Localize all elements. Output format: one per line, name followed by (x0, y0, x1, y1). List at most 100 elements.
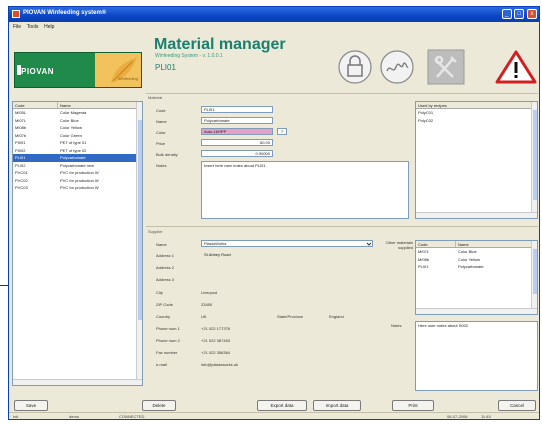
cell-code: MI07L (418, 249, 430, 254)
table-row[interactable]: PVC01 PVC for production W (13, 169, 142, 177)
table-row[interactable]: PVC02 PVC for production W (13, 177, 142, 185)
zip-field[interactable]: 23450 (201, 302, 212, 307)
state-field[interactable]: England (329, 314, 344, 319)
menu-tools[interactable]: Tools (27, 24, 39, 30)
table-row[interactable]: MI08b Color Yellow (13, 124, 142, 132)
col-used-by-recipes[interactable]: Used by recipes (416, 102, 533, 108)
cell-name: PVC for production W (60, 177, 99, 183)
phone2-label: Phone num 2 (156, 338, 180, 343)
email-label: e-mail (156, 362, 167, 367)
cell-name: PET of type 01 (60, 140, 87, 145)
recipes-hscroll[interactable] (416, 212, 537, 218)
save-button[interactable]: Save (14, 400, 48, 411)
materials-hscroll[interactable] (13, 379, 142, 385)
material-separator (146, 93, 538, 94)
menu-help[interactable]: Help (44, 24, 54, 30)
minimize-button[interactable]: _ (501, 9, 512, 19)
chevron-down-icon[interactable] (366, 241, 372, 247)
fax-field[interactable]: +21 022 356364 (201, 350, 230, 355)
cell-code: PVC03 (15, 185, 28, 190)
delete-button[interactable]: Delete (142, 400, 176, 411)
export-data-button[interactable]: Export data (257, 400, 307, 411)
other-hscroll[interactable] (416, 308, 537, 314)
app-title: Material manager (154, 36, 286, 53)
close-button[interactable]: x (527, 9, 537, 19)
color-field[interactable]: Auto-16HPP (201, 128, 273, 135)
supplier-notes-field[interactable]: Here user notes about S002 (415, 321, 538, 391)
table-row[interactable]: MI07L Color Blue (13, 117, 142, 125)
table-row[interactable]: PI001 PET of type 01 (13, 139, 142, 147)
material-section-label: Material (148, 95, 163, 100)
cell-code: MI05L (15, 110, 27, 115)
tools-icon[interactable] (427, 49, 465, 85)
col-code[interactable]: Code (13, 102, 58, 108)
table-row[interactable]: MI07L Color Blue (416, 248, 537, 256)
city-field[interactable]: Liverpool (201, 290, 217, 295)
table-row[interactable]: PLI01 Polycarbonate (416, 263, 537, 271)
code-field[interactable]: PLI01 (201, 106, 273, 113)
col-name[interactable]: Name (58, 102, 138, 108)
price-field[interactable]: 60.00 (201, 139, 273, 146)
recipe-row[interactable]: PolyC01 (416, 109, 537, 117)
table-row[interactable]: PI002 PET of type 02 (13, 147, 142, 155)
cell-code: PI001 (15, 140, 26, 145)
status-bar: Init demo CONNECTED 06-07-2006 11:45 (9, 412, 539, 419)
table-row[interactable]: MI05L Color Magenta (13, 109, 142, 117)
email-field[interactable]: info@plastoworks.uk (201, 362, 238, 367)
density-field[interactable]: 0.90000 (201, 150, 273, 157)
other-materials-list[interactable]: Code Name MI07L Color Blue MI08b Color Yell… (415, 240, 538, 315)
import-data-button[interactable]: Import data (313, 400, 361, 411)
other-materials-label: Other materials supplied (385, 240, 413, 250)
recipes-vscroll[interactable] (531, 102, 537, 218)
addr3-label: Address 3 (156, 277, 175, 282)
menu-file[interactable]: File (13, 24, 21, 30)
recipes-list[interactable]: Used by recipes PolyC01 PolyC02 (415, 101, 538, 219)
country-field[interactable]: UK (201, 314, 207, 319)
title-bar[interactable]: PIOVAN Winfeeding system® _ □ x (9, 7, 539, 22)
supplier-name-select[interactable]: PlastoWorks (201, 240, 373, 247)
density-label: Bulk density (156, 152, 178, 157)
table-row[interactable]: PLI02 Polycarbonate new (13, 162, 142, 170)
cell-code: MI08b (15, 125, 27, 130)
cell-code: PLI01 (15, 155, 26, 160)
app-subtitle: Winfeeding System - v. 1.0.0.1 (155, 53, 223, 59)
print-button[interactable]: Print (392, 400, 434, 411)
table-row[interactable]: MI07b Color Green (13, 132, 142, 140)
warning-icon[interactable] (495, 49, 537, 85)
color-picker-button[interactable]: ? (277, 128, 287, 135)
cell-code: MI07L (15, 117, 27, 123)
status-left: Init (13, 414, 19, 419)
table-row[interactable]: MI08b Color Yellow (416, 256, 537, 264)
menu-bar: File Tools Help (9, 22, 539, 32)
lock-icon[interactable] (337, 49, 373, 85)
materials-list[interactable]: Code Name MI05L Color Magenta MI07L Color B… (12, 101, 143, 386)
app-window: PIOVAN Winfeeding system® _ □ x File Too… (8, 6, 540, 420)
zip-label: ZIP Code (156, 302, 173, 307)
logo-brand: PIOVAN (21, 67, 55, 76)
recipe-row[interactable]: PolyC02 (416, 117, 537, 125)
phone1-field[interactable]: +21 022 177376 (201, 326, 230, 331)
cancel-button[interactable]: Cancel (498, 400, 536, 411)
cell-name: Color Yellow (458, 256, 481, 262)
materials-vscroll[interactable] (136, 102, 142, 385)
color-label: Color (156, 130, 166, 135)
piovan-logo: PIOVAN Winfeeding (14, 52, 142, 88)
cell-code: MI08b (418, 256, 430, 262)
material-notes-field[interactable]: Insert here user notes about PLI01 (201, 161, 409, 219)
cell-name: Color Magenta (60, 110, 87, 115)
city-label: City (156, 290, 163, 295)
cell-name: Color Blue (60, 117, 79, 123)
name-field[interactable]: Polycarbonate (201, 117, 273, 124)
other-vscroll[interactable] (531, 241, 537, 314)
cell-name: Polycarbonate (60, 155, 86, 160)
table-row[interactable]: PLI01 Polycarbonate (13, 154, 142, 162)
col-other-code[interactable]: Code (416, 241, 456, 247)
maximize-button[interactable]: □ (514, 9, 525, 19)
table-row[interactable]: PVC03 PVC for production W (13, 184, 142, 192)
signature-icon[interactable] (379, 49, 415, 85)
phone2-field[interactable]: +21 022 387453 (201, 338, 230, 343)
addr1-field[interactable]: St Abbey Road (201, 251, 281, 258)
col-other-name[interactable]: Name (456, 241, 533, 247)
cell-name: Polycarbonate new (60, 162, 95, 168)
cell-code: PVC01 (15, 170, 28, 175)
